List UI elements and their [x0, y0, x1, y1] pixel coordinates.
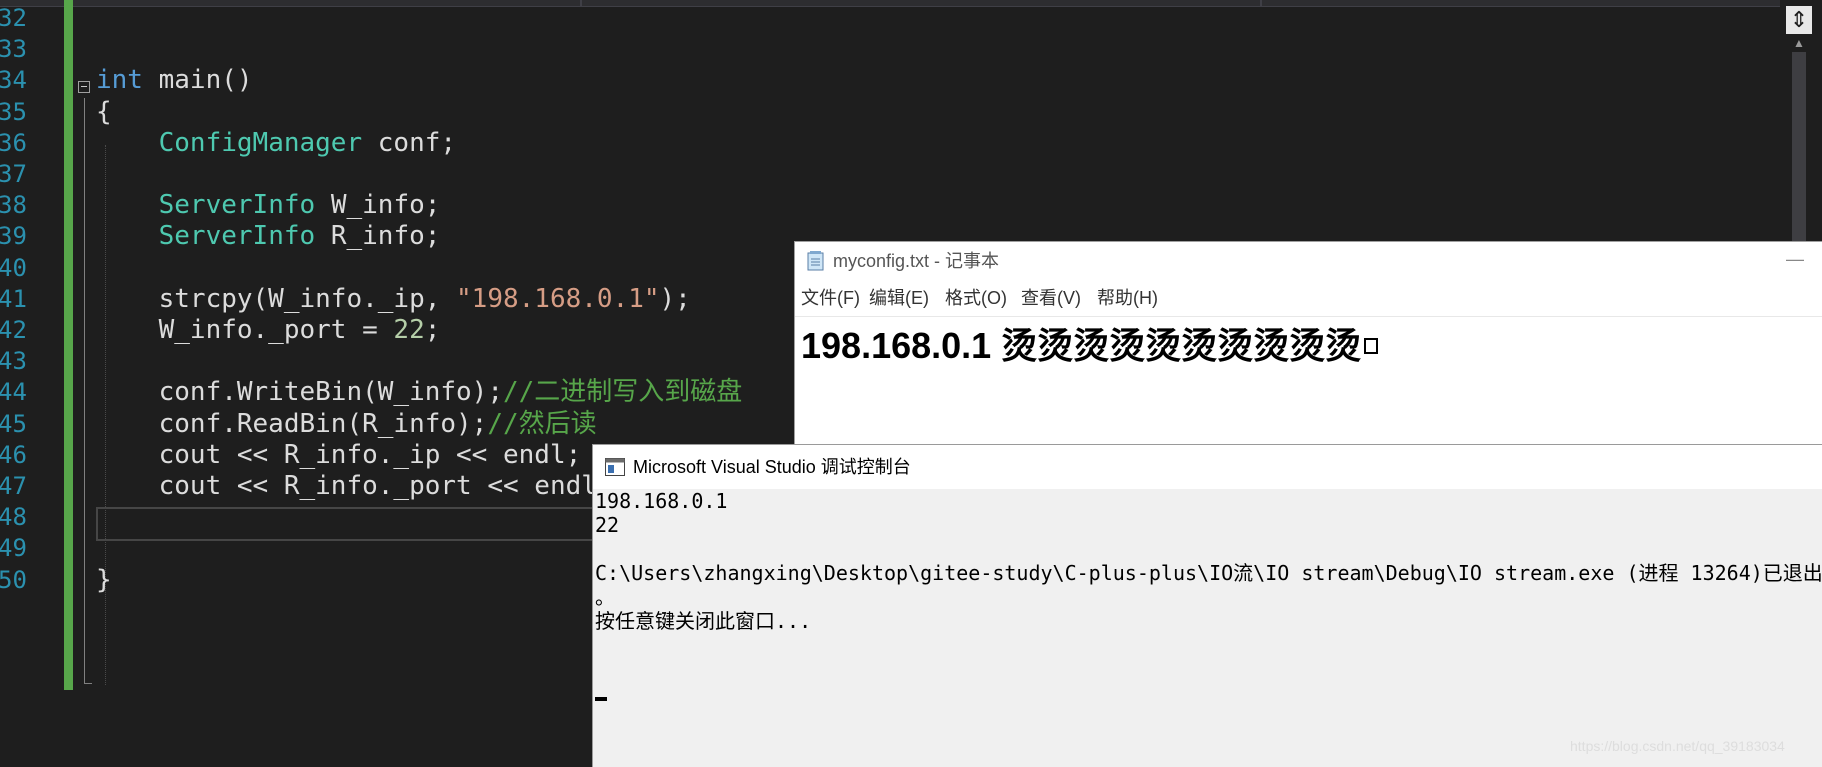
code-token: conf.WriteBin(W_info);: [96, 377, 503, 408]
code-token: //然后读: [487, 408, 597, 439]
menu-format[interactable]: 格式(O): [945, 280, 1007, 316]
console-line: 22: [595, 513, 620, 537]
console-title: Microsoft Visual Studio 调试控制台: [633, 457, 911, 477]
menu-edit[interactable]: 编辑(E): [869, 280, 929, 316]
code-token: strcpy(W_info._ip,: [96, 283, 457, 314]
fold-guide-end: [84, 683, 92, 684]
console-line: 按任意键关闭此窗口...: [595, 609, 812, 633]
fold-guide: [84, 98, 85, 683]
code-token: ConfigManager: [158, 127, 363, 158]
watermark: https://blog.csdn.net/qq_39183034: [1570, 738, 1785, 754]
code-token: );: [659, 283, 691, 314]
code-line[interactable]: cout << R_info._port << endl;: [96, 468, 613, 504]
code-line[interactable]: }: [96, 562, 112, 598]
collapse-icon[interactable]: [78, 81, 90, 93]
code-token: ;: [424, 315, 441, 345]
debug-console-window[interactable]: Microsoft Visual Studio 调试控制台 198.168.0.…: [592, 444, 1822, 767]
notepad-text-area[interactable]: 198.168.0.1 烫烫烫烫烫烫烫烫烫烫: [801, 318, 1379, 374]
console-titlebar[interactable]: Microsoft Visual Studio 调试控制台: [593, 445, 1822, 489]
notepad-window[interactable]: myconfig.txt - 记事本 — 文件(F) 编辑(E) 格式(O) 查…: [794, 241, 1822, 452]
console-line: C:\Users\zhangxing\Desktop\gitee-study\C…: [595, 561, 1822, 585]
console-icon: [605, 458, 625, 476]
code-line[interactable]: int main(): [96, 62, 253, 98]
menu-view[interactable]: 查看(V): [1021, 280, 1081, 316]
notepad-titlebar[interactable]: myconfig.txt - 记事本 —: [795, 242, 1822, 280]
console-cursor: [595, 697, 607, 701]
split-window-icon[interactable]: ⇕: [1786, 6, 1812, 34]
tab-separator: [1260, 0, 1262, 6]
scroll-up-icon[interactable]: ▲: [1792, 36, 1806, 50]
code-token: conf;: [362, 127, 457, 158]
notepad-menubar: 文件(F) 编辑(E) 格式(O) 查看(V) 帮助(H): [795, 280, 1822, 316]
code-token: R_info;: [315, 221, 441, 252]
change-indicator-bar: [64, 0, 73, 690]
code-token: //二进制写入到磁盘: [503, 377, 743, 408]
code-token: "198.168.0.1": [456, 283, 660, 314]
editor-tab-strip: [0, 0, 1780, 7]
line-number: 50: [0, 565, 27, 594]
code-token: W_info._port =: [96, 315, 394, 345]
code-line[interactable]: W_info._port = 22;: [96, 312, 441, 348]
code-token: conf.ReadBin(R_info);: [96, 408, 488, 439]
notepad-icon: [807, 251, 824, 271]
menu-help[interactable]: 帮助(H): [1097, 280, 1158, 316]
unknown-glyph-box: [1364, 338, 1379, 355]
code-token: ServerInfo: [158, 190, 316, 221]
notepad-title: myconfig.txt - 记事本: [833, 251, 1000, 271]
notepad-text: 198.168.0.1 烫烫烫烫烫烫烫烫烫烫: [801, 325, 1362, 366]
console-line: 198.168.0.1: [595, 489, 728, 513]
console-line: 。: [595, 585, 615, 609]
code-token: main(): [142, 65, 253, 96]
code-token: int: [96, 65, 143, 96]
code-line[interactable]: ServerInfo R_info;: [96, 218, 441, 254]
code-token: W_info;: [315, 190, 441, 221]
tab-separator: [580, 0, 582, 6]
menu-file[interactable]: 文件(F): [801, 280, 860, 316]
code-token: cout << R_info._ip << endl;: [96, 439, 582, 470]
code-token: ServerInfo: [158, 221, 316, 252]
console-output[interactable]: 198.168.0.1 22 C:\Users\zhangxing\Deskto…: [593, 489, 1822, 767]
menubar-divider: [795, 316, 1822, 317]
minimize-button[interactable]: —: [1775, 242, 1815, 280]
code-token: }: [96, 564, 112, 595]
code-line[interactable]: ConfigManager conf;: [96, 125, 456, 161]
code-token: 22: [393, 315, 425, 345]
code-token: {: [96, 96, 112, 127]
code-token: cout << R_info._port << endl;: [96, 471, 613, 501]
